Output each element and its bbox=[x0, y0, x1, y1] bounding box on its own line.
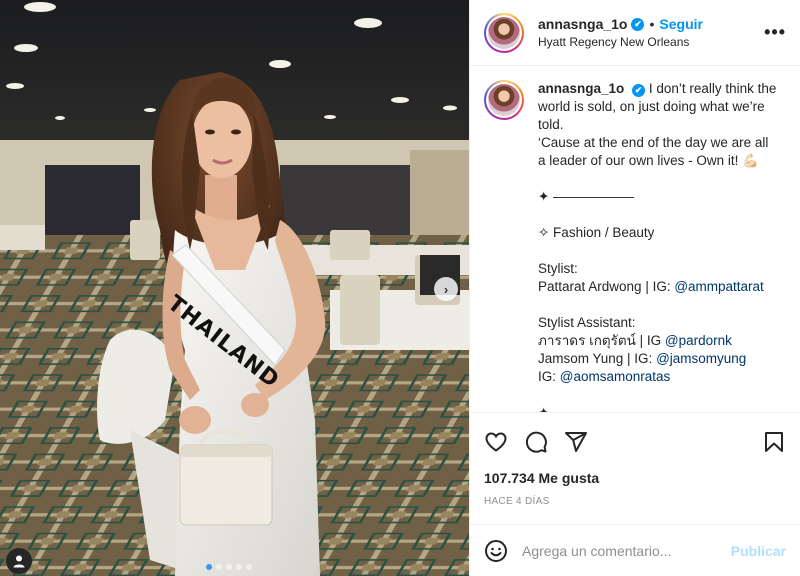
caption-blank bbox=[538, 242, 778, 260]
caption-line: ‘Cause at the end of the day we are all … bbox=[538, 135, 769, 168]
send-icon[interactable] bbox=[564, 430, 588, 454]
post-header: annasnga_1o ✔ • Seguir Hyatt Regency New… bbox=[470, 0, 800, 66]
carousel-dot bbox=[216, 564, 222, 570]
likes-count[interactable]: 107.734 Me gusta bbox=[470, 470, 800, 488]
separator-dot: • bbox=[649, 16, 655, 32]
caption-line: IG: @aomsamonratas bbox=[538, 369, 671, 384]
caption: annasnga_1o ✔ I don’t really think the w… bbox=[470, 66, 800, 412]
avatar-image bbox=[488, 16, 520, 49]
caption-blank bbox=[538, 170, 778, 188]
caption-line: ✦ —————— bbox=[538, 404, 778, 412]
smiley-icon[interactable] bbox=[484, 539, 508, 563]
caption-line: annasnga_1o ✔ I don’t really think the w… bbox=[538, 81, 777, 132]
verified-badge-icon: ✔ bbox=[631, 17, 645, 31]
mention-link[interactable]: @jamsomyung bbox=[656, 351, 746, 366]
mention-link[interactable]: @pardornk bbox=[665, 333, 732, 348]
more-horizontal-icon[interactable]: ••• bbox=[764, 22, 786, 43]
caption-username[interactable]: annasnga_1o bbox=[538, 81, 624, 96]
action-bar bbox=[470, 412, 800, 470]
mention-link[interactable]: @ammpattarat bbox=[674, 279, 763, 294]
post-dialog: THAILAND › annasnga_1o ✔ • Seguir Hyatt … bbox=[0, 0, 800, 576]
username-link[interactable]: annasnga_1o bbox=[538, 16, 627, 32]
post-sidebar: annasnga_1o ✔ • Seguir Hyatt Regency New… bbox=[469, 0, 800, 576]
carousel-dot bbox=[246, 564, 252, 570]
carousel-dot bbox=[236, 564, 242, 570]
caption-avatar[interactable] bbox=[484, 80, 524, 120]
bookmark-icon[interactable] bbox=[762, 430, 786, 454]
carousel-indicator bbox=[206, 564, 252, 570]
location-link[interactable]: Hyatt Regency New Orleans bbox=[538, 35, 764, 49]
verified-badge-icon: ✔ bbox=[632, 83, 646, 97]
comment-bar: Publicar bbox=[470, 524, 800, 576]
caption-text: annasnga_1o ✔ I don’t really think the w… bbox=[538, 80, 778, 412]
caption-line: ✦ —————— bbox=[538, 189, 635, 204]
caption-blank bbox=[538, 296, 778, 314]
next-photo-button[interactable]: › bbox=[434, 277, 458, 301]
chevron-right-icon: › bbox=[443, 281, 449, 297]
post-image[interactable]: THAILAND › bbox=[0, 0, 469, 576]
caption-line: ภาราดร เกตุรัตน์ | IG @pardornk bbox=[538, 333, 732, 348]
carousel-dot bbox=[206, 564, 212, 570]
caption-blank bbox=[538, 206, 778, 224]
caption-line: Jamsom Yung | IG: @jamsomyung bbox=[538, 351, 747, 366]
caption-line: Stylist: bbox=[538, 261, 578, 276]
heart-icon[interactable] bbox=[484, 430, 508, 454]
comment-input[interactable] bbox=[522, 542, 731, 559]
comment-icon[interactable] bbox=[524, 430, 548, 454]
caption-line: Pattarat Ardwong | IG: @ammpattarat bbox=[538, 279, 764, 294]
tagged-users-button[interactable] bbox=[6, 548, 32, 574]
ballroom-photo bbox=[0, 0, 469, 576]
avatar-image bbox=[488, 84, 520, 116]
caption-blank bbox=[538, 386, 778, 404]
post-timestamp[interactable]: HACE 4 DÍAS bbox=[470, 496, 800, 510]
caption-line: Stylist Assistant: bbox=[538, 315, 636, 330]
caption-line: ✧ Fashion / Beauty bbox=[538, 225, 655, 240]
publish-button[interactable]: Publicar bbox=[731, 543, 786, 559]
follow-button[interactable]: Seguir bbox=[659, 16, 703, 32]
avatar[interactable] bbox=[484, 12, 524, 53]
user-icon bbox=[13, 555, 25, 568]
mention-link[interactable]: @aomsamonratas bbox=[560, 369, 671, 384]
carousel-dot bbox=[226, 564, 232, 570]
